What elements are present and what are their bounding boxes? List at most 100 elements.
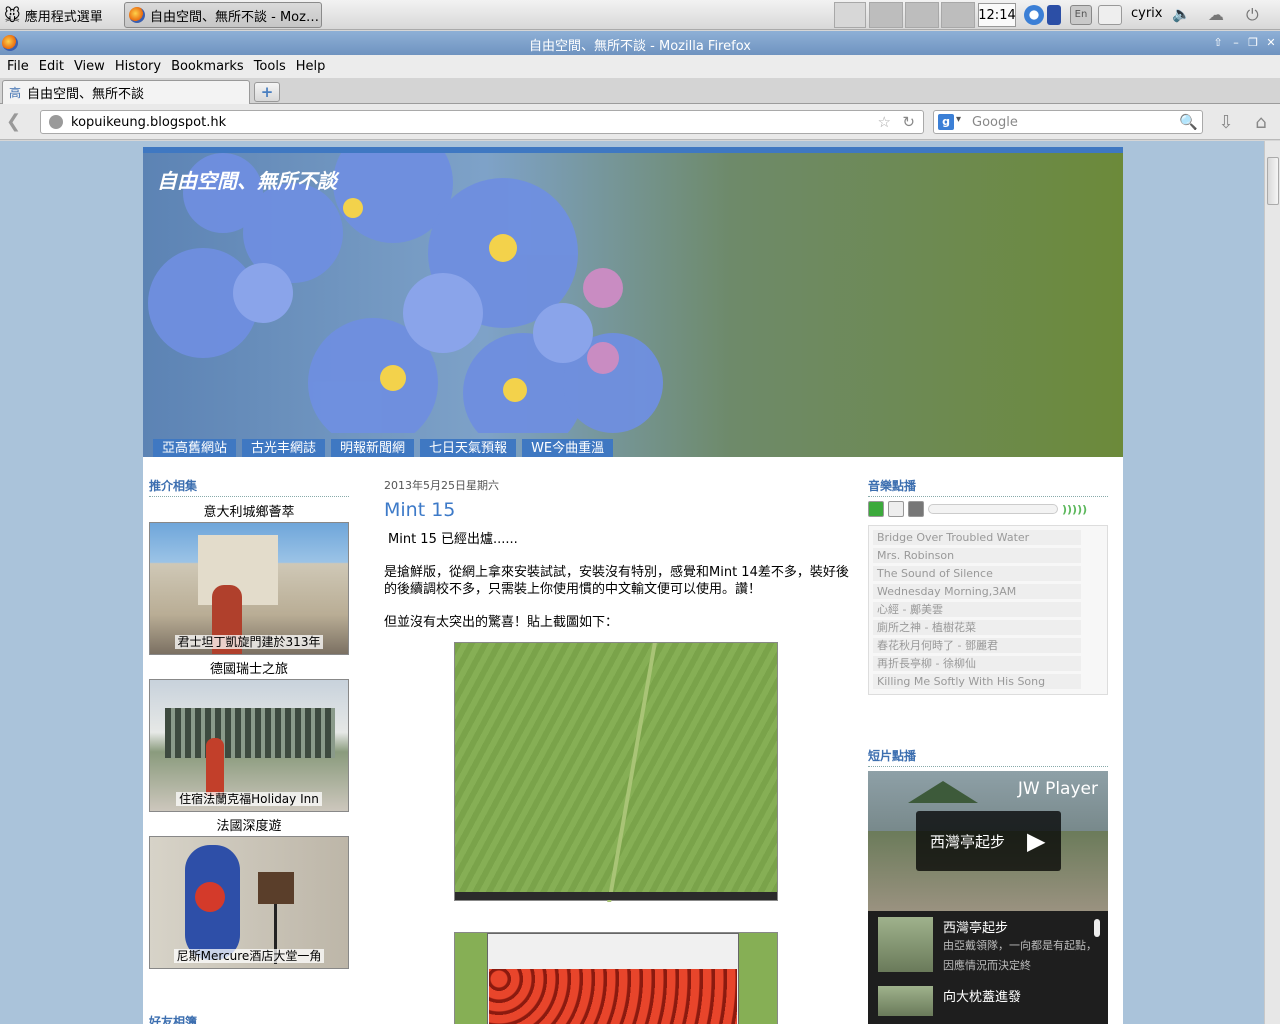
tray-firefox-launcher[interactable] bbox=[834, 2, 866, 28]
albums-section-title: 推介相集 bbox=[149, 477, 349, 497]
video-play-button[interactable]: 西灣亭起步 ▶ bbox=[916, 811, 1061, 871]
chrome-icon[interactable] bbox=[1024, 5, 1044, 25]
stop-icon[interactable] bbox=[908, 501, 924, 517]
video-thumbnail bbox=[878, 986, 933, 1016]
music-section-title: 音樂點播 bbox=[868, 477, 1108, 497]
menu-tools[interactable]: Tools bbox=[249, 59, 291, 74]
tab-bar: 高 自由空間、無所不談 + bbox=[0, 78, 1280, 104]
workspace-2[interactable] bbox=[905, 2, 939, 28]
playlist-item[interactable]: Killing Me Softly With His Song bbox=[873, 674, 1081, 689]
search-bar[interactable]: g ▾ Google 🔍 bbox=[933, 110, 1203, 134]
bookmark-star-icon[interactable]: ☆ bbox=[878, 113, 891, 131]
menu-bookmarks[interactable]: Bookmarks bbox=[166, 59, 249, 74]
chevron-down-icon[interactable]: ▾ bbox=[956, 114, 961, 125]
menu-bar: File Edit View History Bookmarks Tools H… bbox=[0, 55, 1280, 78]
album-caption: 住宿法蘭克福Holiday Inn bbox=[176, 792, 322, 806]
friends-album-section-title: 好友相簿 bbox=[149, 1013, 349, 1024]
minimize-icon[interactable]: – bbox=[1229, 36, 1243, 50]
jw-player-label: JW Player bbox=[1017, 779, 1098, 799]
album-photo-lobby[interactable]: 尼斯Mercure酒店大堂一角 bbox=[149, 836, 349, 969]
screenshot-firefox-image[interactable] bbox=[454, 932, 778, 1024]
show-desktop-button[interactable] bbox=[1098, 5, 1122, 25]
post-title[interactable]: Mint 15 bbox=[384, 499, 849, 521]
playlist-item[interactable]: 春花秋月何時了 - 鄧麗君 bbox=[873, 638, 1081, 653]
video-player[interactable]: JW Player 西灣亭起步 ▶ bbox=[868, 771, 1108, 911]
workspace-3[interactable] bbox=[941, 2, 975, 28]
nav-link-music[interactable]: WE今曲重溫 bbox=[522, 439, 614, 457]
album-photo-arch[interactable]: 君士坦丁凱旋門建於313年 bbox=[149, 522, 349, 655]
url-text: kopuikeung.blogspot.hk bbox=[71, 114, 227, 130]
video-list-desc: 由亞戴領隊，一向都是有起點，因應情況而決定終 bbox=[943, 939, 1097, 972]
workspace-1[interactable] bbox=[869, 2, 903, 28]
nav-link-news[interactable]: 明報新聞網 bbox=[331, 439, 415, 457]
window-titlebar[interactable]: 自由空間、無所不談 - Mozilla Firefox ⇧ – ❐ ✕ bbox=[0, 31, 1280, 55]
album-caption: 君士坦丁凱旋門建於313年 bbox=[174, 635, 324, 649]
menu-history[interactable]: History bbox=[110, 59, 166, 74]
window-up-icon[interactable]: ⇧ bbox=[1211, 36, 1225, 50]
playlist-item[interactable]: Bridge Over Troubled Water bbox=[873, 530, 1081, 545]
blogger-icon: 高 bbox=[9, 86, 22, 100]
music-player-controls: ))))) bbox=[868, 501, 1108, 517]
page-scrollbar[interactable] bbox=[1264, 141, 1280, 1024]
network-icon[interactable] bbox=[1047, 5, 1061, 25]
playlist-item[interactable]: 再折長亭柳 - 徐柳仙 bbox=[873, 656, 1081, 671]
video-list-scrollbar[interactable] bbox=[1094, 919, 1100, 937]
album-title[interactable]: 德國瑞士之旅 bbox=[149, 658, 349, 677]
screenshot-desktop-image[interactable] bbox=[454, 642, 778, 902]
play-icon[interactable] bbox=[868, 501, 884, 517]
search-icon[interactable]: 🔍 bbox=[1179, 113, 1198, 131]
video-list-title: 向大枕蓋進發 bbox=[943, 990, 1022, 1005]
clock[interactable]: 12:14 bbox=[978, 3, 1016, 27]
blog-post: 2013年5月25日星期六 Mint 15 Mint 15 已經出爐......… bbox=[384, 477, 849, 1024]
menu-help[interactable]: Help bbox=[291, 59, 331, 74]
google-icon[interactable]: g bbox=[938, 114, 954, 130]
volume-waves-icon[interactable]: ))))) bbox=[1062, 503, 1087, 516]
menu-edit[interactable]: Edit bbox=[34, 59, 69, 74]
video-playlist[interactable]: 西灣亭起步 由亞戴領隊，一向都是有起點，因應情況而決定終 向大枕蓋進發 bbox=[868, 911, 1108, 1024]
video-section-title: 短片點播 bbox=[868, 747, 1108, 767]
playlist-item[interactable]: Wednesday Morning,3AM bbox=[873, 584, 1081, 599]
keyboard-layout-indicator[interactable]: En bbox=[1070, 5, 1092, 25]
tab-blog[interactable]: 高 自由空間、無所不談 bbox=[2, 80, 250, 104]
new-tab-button[interactable]: + bbox=[254, 82, 280, 102]
nav-link-blog[interactable]: 古光丰網誌 bbox=[242, 439, 326, 457]
volume-icon[interactable]: 🔈 bbox=[1172, 5, 1192, 25]
music-progress-bar[interactable] bbox=[928, 504, 1058, 514]
music-playlist[interactable]: Bridge Over Troubled Water Mrs. Robinson… bbox=[868, 525, 1108, 695]
video-thumbnail bbox=[878, 917, 933, 972]
menu-file[interactable]: File bbox=[2, 59, 34, 74]
album-photo-hotel[interactable]: 住宿法蘭克福Holiday Inn bbox=[149, 679, 349, 812]
applications-menu-button[interactable]: 🐭 應用程式選單 bbox=[4, 3, 103, 27]
scrollbar-thumb[interactable] bbox=[1267, 157, 1279, 205]
applications-menu-label: 應用程式選單 bbox=[24, 9, 103, 25]
back-arrow-icon[interactable]: ❮ bbox=[6, 112, 30, 132]
forget-me-not-banner-image bbox=[148, 153, 663, 433]
maximize-icon[interactable]: ❐ bbox=[1246, 36, 1260, 50]
weather-icon[interactable]: ☁ bbox=[1208, 5, 1234, 25]
username-label[interactable]: cyrix bbox=[1131, 6, 1163, 21]
playlist-item[interactable]: The Sound of Silence bbox=[873, 566, 1081, 581]
download-arrow-icon[interactable]: ⇩ bbox=[1214, 112, 1238, 134]
menu-view[interactable]: View bbox=[69, 59, 110, 74]
address-bar[interactable]: kopuikeung.blogspot.hk ☆ ↻ bbox=[40, 110, 924, 134]
search-input[interactable]: Google bbox=[972, 115, 1018, 130]
mouse-logo-icon: 🐭 bbox=[4, 5, 21, 25]
video-list-item[interactable]: 西灣亭起步 由亞戴領隊，一向都是有起點，因應情況而決定終 bbox=[878, 917, 1098, 976]
taskbar-window-button[interactable]: 自由空間、無所不談 - Moz… bbox=[124, 2, 322, 28]
logout-icon[interactable]: ⏻ bbox=[1246, 5, 1272, 25]
close-icon[interactable]: ✕ bbox=[1264, 36, 1278, 50]
nav-link-weather[interactable]: 七日天氣預報 bbox=[420, 439, 517, 457]
playlist-item[interactable]: 心經 - 鄺美雲 bbox=[873, 602, 1081, 617]
playlist-item[interactable]: 廁所之神 - 植樹花菜 bbox=[873, 620, 1081, 635]
video-list-item[interactable]: 向大枕蓋進發 bbox=[878, 986, 1098, 1016]
album-title[interactable]: 法國深度遊 bbox=[149, 815, 349, 834]
playlist-item[interactable]: Mrs. Robinson bbox=[873, 548, 1081, 563]
pause-icon[interactable] bbox=[888, 501, 904, 517]
post-paragraph: 但並沒有太突出的驚喜！貼上截圖如下： bbox=[384, 615, 619, 630]
blog-nav-links: 亞高舊網站 古光丰網誌 明報新聞網 七日天氣預報 WE今曲重溫 bbox=[143, 439, 1123, 457]
home-icon[interactable]: ⌂ bbox=[1249, 112, 1273, 134]
album-title[interactable]: 意大利城鄉薈萃 bbox=[149, 501, 349, 520]
nav-link-old-site[interactable]: 亞高舊網站 bbox=[153, 439, 237, 457]
reload-icon[interactable]: ↻ bbox=[902, 113, 915, 131]
blog-title[interactable]: 自由空間、無所不談 bbox=[157, 165, 337, 194]
